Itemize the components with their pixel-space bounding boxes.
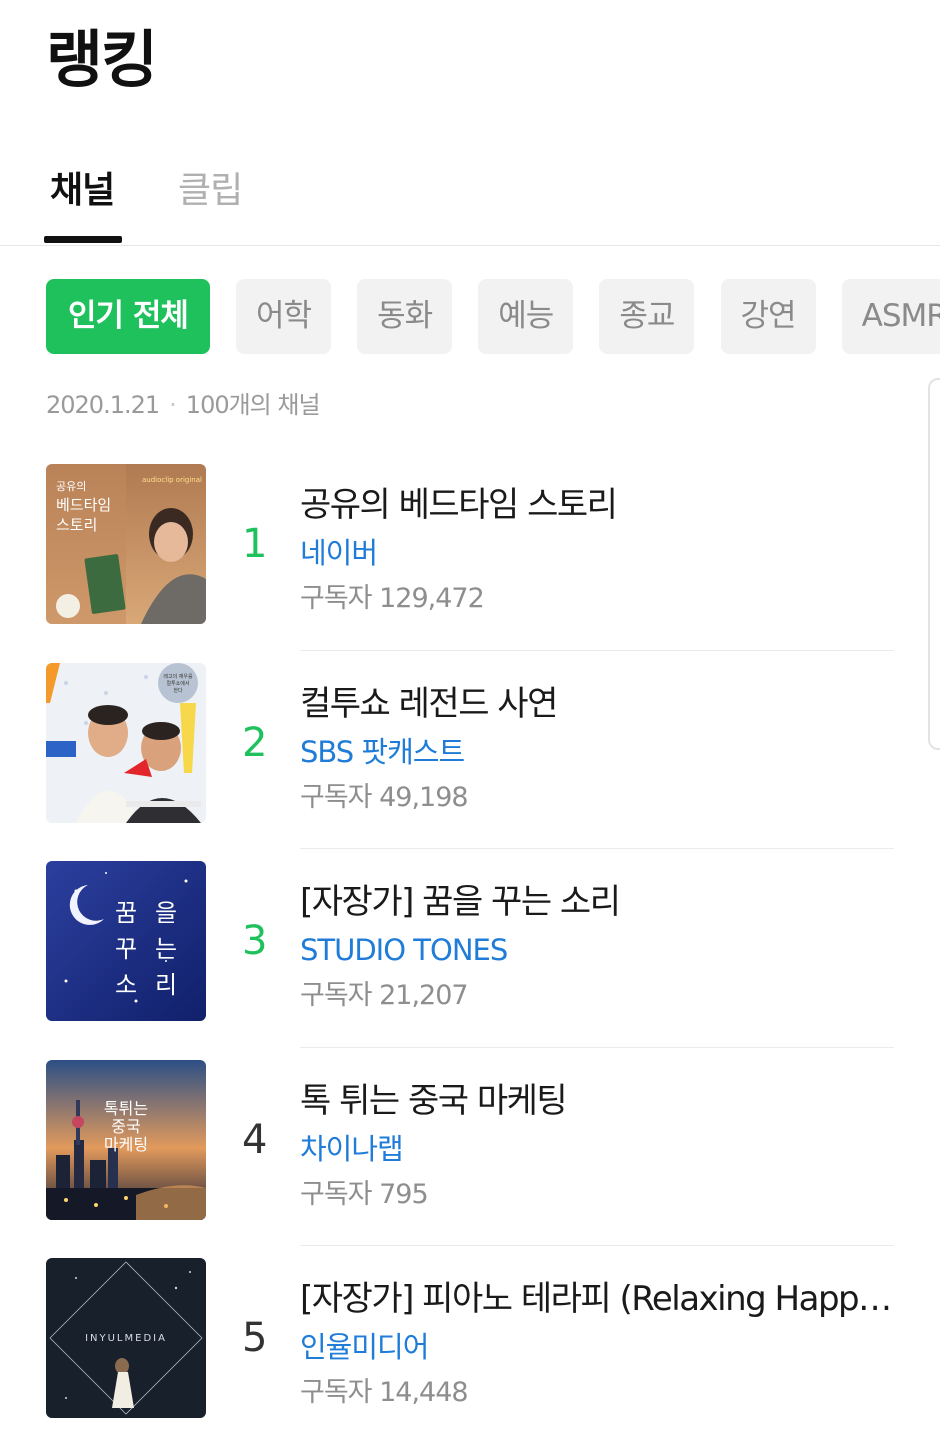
- thumbnail-text: 꾸: [115, 935, 137, 963]
- channel-count: 100개의 채널: [185, 391, 321, 419]
- thumbnail-text: 베드타임: [56, 496, 111, 514]
- chip-entertainment[interactable]: 예능: [478, 279, 574, 354]
- thumbnail-brand: INYULMEDIA: [85, 1333, 167, 1344]
- tab-channel[interactable]: 채널: [50, 168, 115, 214]
- thumbnail-text: 리: [155, 971, 177, 999]
- channel-title[interactable]: [자장가] 피아노 테라피 (Relaxing Happy M...: [300, 1276, 910, 1322]
- thumbnail-text: 컬투쇼에서: [166, 680, 189, 687]
- thumbnail-text: 스토리: [56, 516, 97, 534]
- channel-title[interactable]: 톡 튀는 중국 마케팅: [300, 1078, 910, 1124]
- rank-number: 1: [242, 521, 268, 567]
- subscriber-count: 구독자 129,472: [300, 583, 485, 614]
- subscriber-count: 구독자 14,448: [300, 1377, 469, 1408]
- thumbnail-text: 레고의 재우를: [163, 673, 193, 680]
- channel-info: [자장가] 꿈을 꾸는 소리 STUDIO TONES 구독자 21,207: [300, 879, 920, 1019]
- channel-thumbnail[interactable]: INYULMEDIA: [46, 1258, 206, 1418]
- channel-thumbnail[interactable]: 꿈 을 꾸 는 소 리: [46, 861, 206, 1021]
- channel-title[interactable]: 공유의 베드타임 스토리: [300, 482, 910, 528]
- thumbnail-badge: audioclip original: [142, 476, 202, 484]
- row-divider: [300, 1046, 894, 1048]
- thumbnail-text: 소: [115, 971, 137, 999]
- thumbnail-art-bedtime: 공유의 베드타임 스토리 audioclip original: [46, 464, 206, 624]
- thumbnail-text: 중국: [111, 1117, 140, 1136]
- chip-language[interactable]: 어학: [235, 279, 332, 354]
- thumbnail-text: 한다: [173, 687, 183, 694]
- ranking-row[interactable]: 톡튀는 중국 마케팅 4 톡 튀는 중국 마케팅 차이나랩 구독자 795: [0, 1058, 940, 1257]
- channel-thumbnail[interactable]: 공유의 베드타임 스토리 audioclip original: [46, 464, 206, 624]
- ranking-meta: 2020.1.21 · 100개의 채널: [46, 388, 321, 422]
- row-divider: [300, 848, 894, 849]
- rank-number: 5: [242, 1315, 268, 1361]
- thumbnail-art-china-marketing: 톡튀는 중국 마케팅: [46, 1059, 206, 1220]
- chip-asmr[interactable]: ASMR·: [841, 279, 940, 354]
- row-divider: [300, 649, 894, 651]
- ranking-row[interactable]: INYULMEDIA 5 [자장가] 피아노 테라피 (Relaxing Hap…: [0, 1256, 940, 1440]
- thumbnail-text: 공유의: [56, 480, 86, 493]
- thumbnail-text: 을: [155, 899, 177, 927]
- channel-info: [자장가] 피아노 테라피 (Relaxing Happy M... 인율미디어…: [300, 1276, 920, 1416]
- channel-publisher[interactable]: 차이나랩: [300, 1126, 920, 1172]
- channel-publisher[interactable]: 네이버: [300, 530, 920, 576]
- channel-thumbnail[interactable]: 톡튀는 중국 마케팅: [46, 1059, 206, 1220]
- rank-number: 3: [242, 918, 268, 964]
- ranking-row[interactable]: 꿈 을 꾸 는 소 리 3 [자장가] 꿈을 꾸는 소리 STUDIO TONE…: [0, 859, 940, 1058]
- thumbnail-art-piano: INYULMEDIA: [46, 1258, 206, 1418]
- ranking-tabs: 채널 클립: [0, 160, 940, 246]
- ranking-date: 2020.1.21: [46, 391, 160, 419]
- channel-thumbnail[interactable]: 레고의 재우를 컬투쇼에서 한다: [46, 662, 206, 823]
- chip-fairy-tale[interactable]: 동화: [357, 279, 453, 354]
- subscriber-count: 구독자 795: [300, 1178, 429, 1210]
- rank-number: 4: [242, 1116, 268, 1163]
- category-chips: 인기 전체 어학 동화 예능 종교 강연 ASMR·: [46, 279, 940, 354]
- tab-clip[interactable]: 클립: [178, 168, 243, 214]
- channel-publisher[interactable]: SBS 팟캐스트: [300, 729, 920, 775]
- ranking-page: 랭킹 채널 클립 인기 전체 어학 동화 예능 종교 강연 ASMR· 2020…: [0, 0, 940, 1440]
- channel-info: 공유의 베드타임 스토리 네이버 구독자 129,472: [300, 482, 920, 622]
- ranking-row[interactable]: 레고의 재우를 컬투쇼에서 한다 2 컬투쇼 레전드 사연 SBS 팟캐스트 구…: [0, 661, 940, 860]
- separator-dot: ·: [169, 391, 177, 419]
- channel-info: 컬투쇼 레전드 사연 SBS 팟캐스트 구독자 49,198: [300, 681, 920, 821]
- chip-popular-all[interactable]: 인기 전체: [46, 279, 210, 354]
- subscriber-count: 구독자 49,198: [300, 781, 469, 813]
- thumbnail-art-dream: 꿈 을 꾸 는 소 리: [46, 861, 206, 1021]
- thumbnail-text: 꿈: [115, 899, 137, 927]
- channel-info: 톡 튀는 중국 마케팅 차이나랩 구독자 795: [300, 1078, 920, 1218]
- rank-number: 2: [242, 719, 268, 766]
- channel-title[interactable]: [자장가] 꿈을 꾸는 소리: [300, 879, 910, 925]
- thumbnail-text: 톡튀는: [104, 1099, 148, 1118]
- subscriber-count: 구독자 21,207: [300, 980, 469, 1011]
- channel-title[interactable]: 컬투쇼 레전드 사연: [300, 681, 910, 727]
- chip-religion[interactable]: 종교: [599, 279, 695, 354]
- thumbnail-art-cultwo: 레고의 재우를 컬투쇼에서 한다: [46, 662, 206, 823]
- thumbnail-text: 는: [155, 935, 177, 963]
- active-tab-indicator: [44, 236, 122, 243]
- ranking-list: 공유의 베드타임 스토리 audioclip original 1 공유의 베드…: [0, 462, 940, 1440]
- thumbnail-text: 마케팅: [104, 1135, 148, 1154]
- ranking-row[interactable]: 공유의 베드타임 스토리 audioclip original 1 공유의 베드…: [0, 462, 940, 661]
- channel-publisher[interactable]: 인율미디어: [300, 1324, 920, 1370]
- channel-publisher[interactable]: STUDIO TONES: [300, 927, 920, 973]
- row-divider: [300, 1245, 894, 1246]
- chip-lecture[interactable]: 강연: [720, 279, 816, 354]
- page-title: 랭킹: [46, 23, 158, 96]
